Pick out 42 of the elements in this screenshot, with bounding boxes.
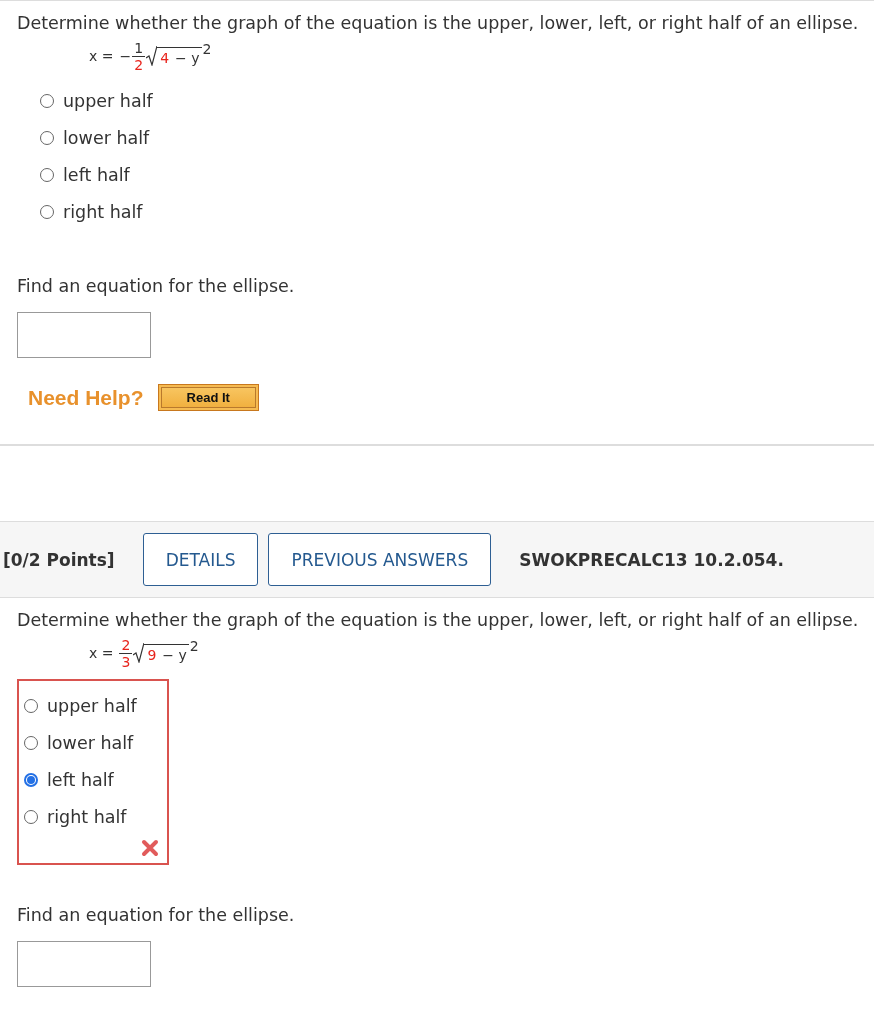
radio-button[interactable] [40, 167, 54, 182]
minus-sign: − [119, 48, 132, 64]
exponent: 2 [202, 44, 212, 54]
equation-text: x = [89, 645, 114, 661]
question-text: Determine whether the graph of the equation is the upper, lower, left, or right half of an ellipse. [17, 610, 857, 630]
read-it-button[interactable]: Read It [157, 384, 259, 411]
question-text: Determine whether the graph of the equation is the upper, lower, left, or right half of an ellipse. [17, 13, 857, 33]
radio-button[interactable] [24, 809, 38, 824]
radio-button[interactable] [40, 93, 54, 108]
radio-button[interactable] [40, 130, 54, 145]
answer-field[interactable] [17, 941, 151, 987]
radio-button[interactable] [24, 698, 38, 713]
exponent: 2 [189, 641, 199, 651]
question-code: SWOKPRECALC13 10.2.054. [519, 549, 784, 570]
equation-text: x = [89, 48, 114, 64]
fraction-denominator: 3 [121, 653, 131, 670]
header-button[interactable]: PREVIOUS ANSWERS [268, 533, 492, 586]
radicand-number: 4 [160, 50, 170, 66]
radio-option[interactable]: lower half [24, 724, 137, 761]
question-text: Find an equation for the ellipse. [17, 905, 296, 925]
radio-option[interactable]: right half [40, 193, 153, 230]
radio-button[interactable] [40, 204, 54, 219]
radio-button[interactable] [24, 772, 38, 787]
points-label: [0/2 Points] [3, 549, 115, 570]
radio-option[interactable]: left half [24, 761, 137, 798]
radio-option[interactable]: lower half [40, 119, 153, 156]
fraction-numerator: 2 [119, 636, 133, 654]
radio-option[interactable]: upper half [40, 82, 153, 119]
radio-option[interactable]: upper half [24, 687, 137, 724]
radio-button[interactable] [24, 735, 38, 750]
header-button[interactable]: DETAILS [142, 533, 259, 586]
radicand-text: − y [162, 647, 187, 663]
fraction-numerator: 1 [132, 39, 146, 57]
answer-field[interactable] [17, 312, 151, 358]
incorrect-icon [140, 839, 159, 857]
question-text: Find an equation for the ellipse. [17, 276, 296, 296]
fraction-denominator: 2 [134, 56, 144, 73]
radio-option[interactable]: left half [40, 156, 153, 193]
need-help-label: Need Help? [28, 385, 144, 410]
radio-option[interactable]: right half [24, 798, 137, 835]
radicand-number: 9 [147, 647, 157, 663]
radicand-text: − y [175, 50, 200, 66]
